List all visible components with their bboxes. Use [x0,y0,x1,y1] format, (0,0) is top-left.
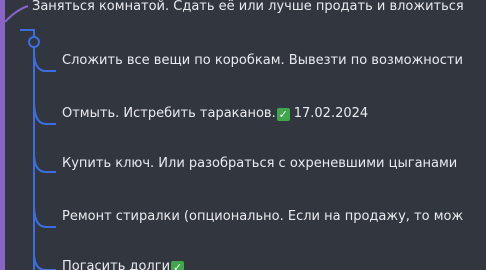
child-topic-2[interactable]: Отмыть. Истребить тараканов. ✓ 17.02.2024 [62,106,368,122]
child-topic-label: Отмыть. Истребить тараканов. [62,106,276,121]
parent-topic[interactable]: Заняться комнатой. Сдать её или лучше пр… [32,0,464,15]
check-mark-icon: ✓ [171,261,185,270]
child-topic-3[interactable]: Купить ключ. Или разобраться с охреневши… [62,156,457,172]
branch-5 [33,252,56,270]
completion-date: 17.02.2024 [293,106,369,121]
branch-3 [33,152,56,173]
child-topic-label: Сложить все вещи по коробкам. Вывезти по… [62,53,463,68]
branch-connectors [0,0,56,270]
branch-1 [33,51,56,72]
collapse-node [28,36,40,48]
child-topic-5[interactable]: Погасить долги ✓ [62,259,185,270]
child-topic-label: Погасить долги [62,259,171,270]
branch-4 [33,204,56,228]
parent-branch-bar [0,0,5,270]
check-mark-icon: ✓ [276,108,290,121]
parent-topic-label: Заняться комнатой. Сдать её или лучше пр… [32,0,464,14]
child-topic-1[interactable]: Сложить все вещи по коробкам. Вывезти по… [62,53,463,69]
parent-connector [4,5,29,23]
child-topic-label: Купить ключ. Или разобраться с охреневши… [62,156,458,171]
child-topic-label: Ремонт стиралки (опционально. Если на пр… [62,209,464,224]
branch-2 [33,100,56,125]
mindmap-canvas: Заняться комнатой. Сдать её или лучше пр… [0,0,486,270]
child-topic-4[interactable]: Ремонт стиралки (опционально. Если на пр… [62,209,463,225]
